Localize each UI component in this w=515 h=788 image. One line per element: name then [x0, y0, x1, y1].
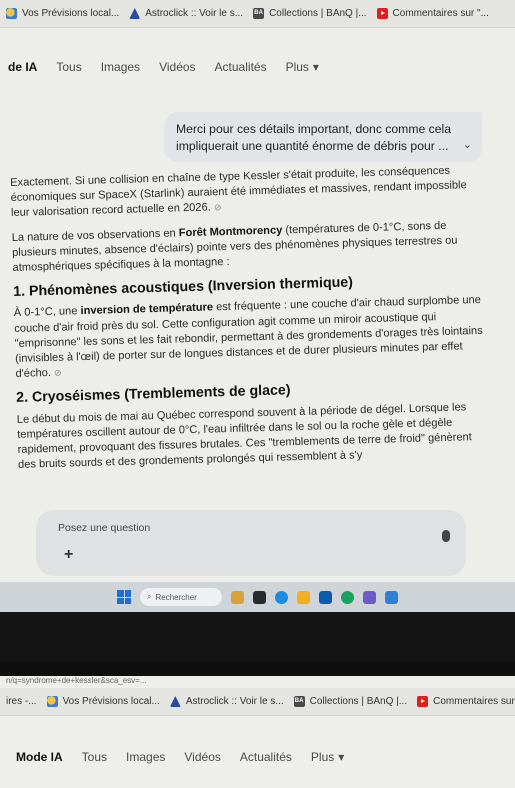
tab-actualites[interactable]: Actualités — [240, 750, 292, 764]
astroclick-icon — [169, 696, 181, 707]
task-view-icon[interactable] — [253, 590, 266, 604]
bookmark-label: Collections | BAnQ |... — [309, 696, 408, 707]
tab-actualites[interactable]: Actualités — [215, 60, 267, 74]
windows-taskbar: ⌕ Rechercher — [0, 582, 515, 612]
answer-text: La nature de vos observations en — [11, 226, 179, 244]
bookmark-banq[interactable]: BA Collections | BAnQ |... — [293, 696, 408, 707]
laptop-bezel — [0, 612, 515, 662]
answer-bold-term: inversion de température — [80, 301, 214, 318]
answer-text: À 0-1°C, une — [13, 305, 81, 320]
search-tabs: Mode IA Tous Images Vidéos Actualités Pl… — [0, 740, 515, 774]
windows-start-icon[interactable] — [117, 590, 131, 604]
screen-photo-top: Vos Prévisions local... Astroclick :: Vo… — [0, 0, 515, 662]
tab-tous[interactable]: Tous — [82, 750, 107, 764]
bookmark-label: Astroclick :: Voir le s... — [145, 8, 244, 19]
answer-paragraph-4: Le début du mois de mai au Québec corres… — [16, 400, 472, 472]
screen-photo-bottom: n/q=syndrome+de+kessler&sca_esv=... ires… — [0, 676, 515, 788]
tab-images[interactable]: Images — [101, 60, 140, 74]
tab-mode-ia[interactable]: Mode IA — [16, 750, 63, 764]
tab-images[interactable]: Images — [126, 750, 165, 764]
widgets-icon[interactable] — [231, 590, 244, 604]
address-bar-fragment: n/q=syndrome+de+kessler&sca_esv=... — [6, 676, 147, 685]
tab-videos[interactable]: Vidéos — [184, 750, 220, 764]
bookmark-astroclick[interactable]: Astroclick :: Voir le s... — [169, 696, 284, 707]
ai-answer: Exactement. Si une collision en chaîne d… — [10, 163, 488, 482]
tab-plus-label: Plus — [310, 750, 335, 764]
link-icon[interactable]: ⊘ — [54, 368, 62, 378]
microphone-icon[interactable] — [442, 530, 450, 542]
chrome-icon[interactable] — [341, 590, 354, 604]
link-icon[interactable]: ⊘ — [214, 203, 222, 213]
bookmark-weather[interactable]: Vos Prévisions local... — [46, 696, 160, 707]
ask-input-bar[interactable]: Posez une question + — [36, 510, 466, 576]
answer-paragraph-3: À 0-1°C, une inversion de température es… — [14, 293, 486, 382]
app-icon[interactable] — [385, 590, 398, 604]
bookmark-label: Collections | BAnQ |... — [269, 8, 367, 19]
youtube-icon — [376, 8, 388, 19]
bookmark-label: Astroclick :: Voir le s... — [185, 696, 284, 707]
add-button[interactable]: + — [64, 546, 73, 564]
bookmark-partial[interactable]: ires -... — [6, 696, 37, 707]
youtube-icon — [417, 696, 429, 707]
bookmark-youtube[interactable]: Commentaires sur "... — [417, 696, 515, 707]
tab-plus[interactable]: Plus ▾ — [311, 750, 344, 764]
user-message-bubble[interactable]: Merci pour ces détails important, donc c… — [164, 112, 482, 162]
tab-plus-label: Plus — [285, 60, 309, 74]
chevron-down-icon: ▾ — [338, 750, 345, 764]
bookmark-weather[interactable]: Vos Prévisions local... — [6, 8, 119, 19]
weather-icon — [46, 696, 58, 707]
weather-icon — [6, 8, 17, 19]
taskbar-search-label: Rechercher — [155, 592, 197, 602]
answer-paragraph-1: Exactement. Si une collision en chaîne d… — [10, 163, 481, 222]
expand-chevron-icon[interactable]: ⌄ — [463, 137, 472, 154]
tab-tous[interactable]: Tous — [56, 60, 81, 74]
store-icon[interactable] — [319, 590, 332, 604]
banq-icon: BA — [293, 696, 305, 707]
ask-placeholder[interactable]: Posez une question — [58, 522, 150, 534]
edge-icon[interactable] — [275, 590, 288, 604]
photo-divider — [0, 662, 515, 676]
user-message-text: Merci pour ces détails important, donc c… — [176, 122, 452, 153]
teams-icon[interactable] — [363, 590, 376, 604]
chevron-down-icon: ▾ — [312, 60, 319, 74]
bookmarks-bar: Vos Prévisions local... Astroclick :: Vo… — [0, 0, 515, 28]
bookmarks-bar: ires -... Vos Prévisions local... Astroc… — [0, 688, 515, 716]
taskbar-search[interactable]: ⌕ Rechercher — [140, 588, 222, 606]
search-tabs: de IA Tous Images Vidéos Actualités Plus… — [0, 50, 515, 84]
ai-mode-conversation: Merci pour ces détails important, donc c… — [0, 102, 515, 582]
bookmark-label: Vos Prévisions local... — [22, 8, 120, 19]
bookmark-banq[interactable]: BA Collections | BAnQ |... — [253, 8, 367, 19]
tab-videos[interactable]: Vidéos — [159, 60, 195, 74]
bookmark-astroclick[interactable]: Astroclick :: Voir le s... — [129, 8, 243, 19]
bookmark-youtube[interactable]: Commentaires sur "... — [376, 8, 489, 19]
file-explorer-icon[interactable] — [297, 590, 310, 604]
answer-bold-location: Forêt Montmorency — [178, 224, 283, 239]
banq-icon: BA — [253, 8, 265, 19]
answer-paragraph-1-text: Exactement. Si une collision en chaîne d… — [10, 164, 467, 220]
answer-paragraph-2: La nature de vos observations en Forêt M… — [12, 217, 483, 276]
tab-plus[interactable]: Plus ▾ — [286, 60, 319, 74]
bookmark-label: Commentaires sur "... — [433, 696, 515, 707]
tab-mode-ia[interactable]: de IA — [8, 60, 37, 74]
bookmark-label: Commentaires sur "... — [392, 8, 489, 19]
astroclick-icon — [129, 8, 141, 19]
search-icon: ⌕ — [147, 592, 152, 601]
bookmark-label: Vos Prévisions local... — [62, 696, 160, 707]
